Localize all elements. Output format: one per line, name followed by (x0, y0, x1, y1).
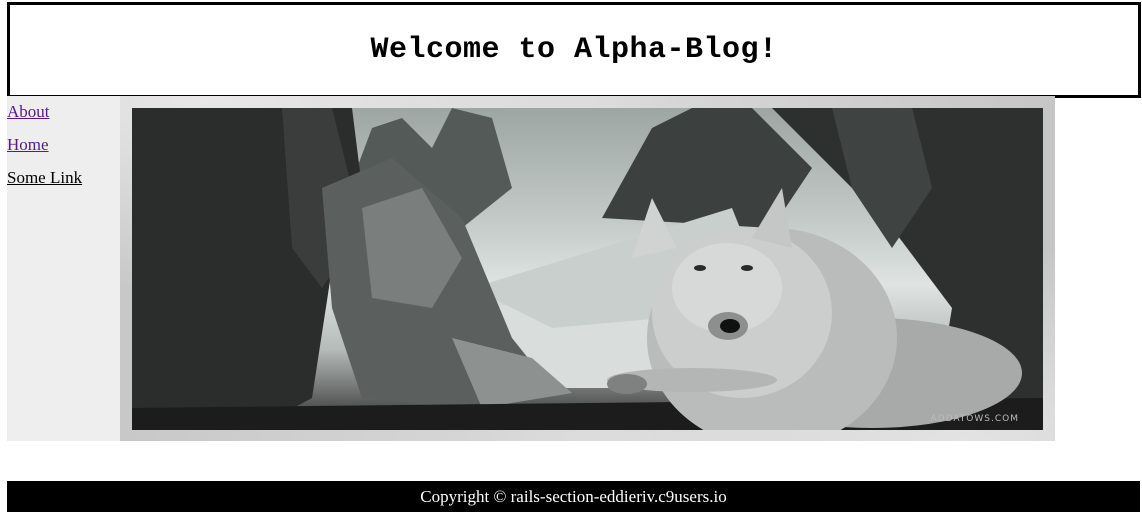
sidebar-link-some-link[interactable]: Some Link (7, 168, 82, 188)
sidebar-link-home[interactable]: Home (7, 135, 49, 155)
page-footer: Copyright © rails-section-eddieriv.c9use… (7, 481, 1140, 512)
sidebar-link-about[interactable]: About (7, 102, 50, 122)
image-watermark: ADDATOWS.COM (930, 414, 1019, 424)
page-title: Welcome to Alpha-Blog! (370, 33, 778, 67)
wolf-landscape-illustration (132, 108, 1043, 430)
copyright-text: Copyright © rails-section-eddieriv.c9use… (420, 486, 727, 506)
page-header: Welcome to Alpha-Blog! (7, 2, 1141, 98)
sidebar: About Home Some Link (7, 96, 120, 441)
hero-image: ADDATOWS.COM (132, 108, 1043, 430)
main-content: ADDATOWS.COM (120, 96, 1055, 441)
